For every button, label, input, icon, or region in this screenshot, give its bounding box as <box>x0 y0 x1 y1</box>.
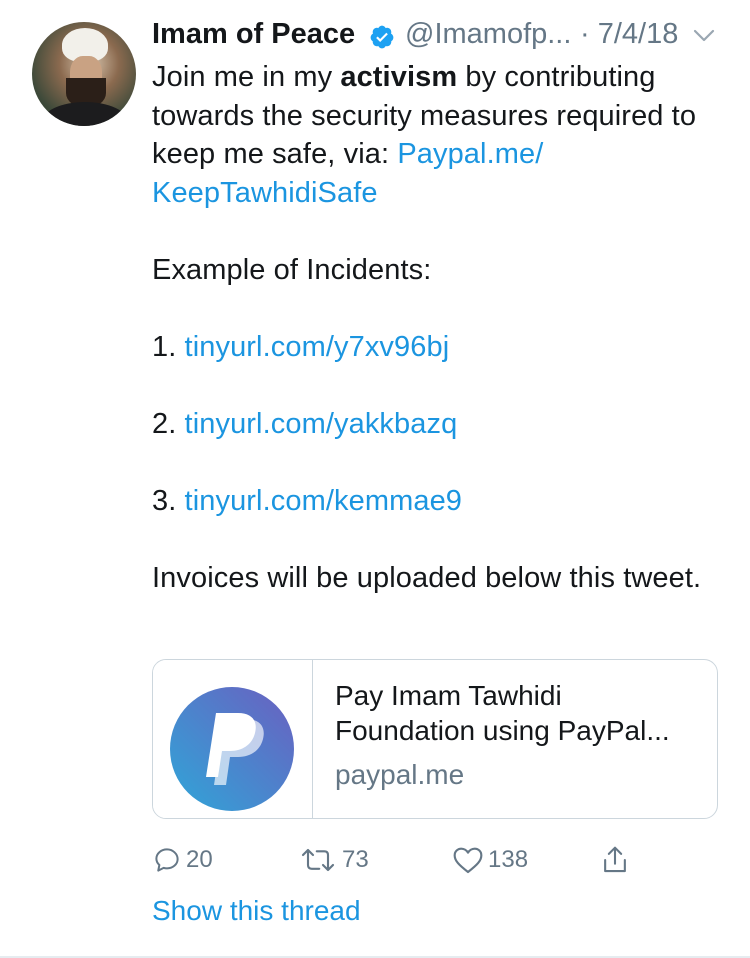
verified-badge-icon <box>370 25 394 49</box>
tweet-date[interactable]: · 7/4/18 <box>580 18 678 51</box>
retweet-count: 73 <box>342 846 369 873</box>
share-button[interactable] <box>600 840 630 880</box>
author-handle[interactable]: @Imamofp... <box>405 18 571 51</box>
retweet-icon <box>301 848 335 872</box>
share-icon <box>604 846 626 873</box>
card-image <box>153 660 313 818</box>
incident-link-2[interactable]: tinyurl.com/yakkbazq <box>185 408 458 440</box>
heart-icon <box>453 847 483 874</box>
chevron-down-icon[interactable] <box>692 26 716 46</box>
reply-count: 20 <box>186 846 213 873</box>
tweet-header: Imam of Peace @Imamofp... · 7/4/18 <box>152 18 722 58</box>
incident-item: 2. tinyurl.com/yakkbazq <box>152 407 458 440</box>
show-thread-link[interactable]: Show this thread <box>152 895 361 927</box>
card-domain: paypal.me <box>335 759 465 790</box>
tweet-actions: 20 73 138 <box>152 840 722 880</box>
card-title: Pay Imam Tawhidi Foundation using PayPal… <box>335 680 670 746</box>
tweet-text: Join me in my activism by contributing t… <box>152 58 722 597</box>
incident-link-3[interactable]: tinyurl.com/kemmae9 <box>185 485 463 517</box>
like-button[interactable]: 138 <box>452 840 528 880</box>
reply-icon <box>155 848 179 872</box>
link-card[interactable]: Pay Imam Tawhidi Foundation using PayPal… <box>152 659 718 819</box>
tweet-intro: Join me in my activism by contributing t… <box>152 61 697 209</box>
author-name[interactable]: Imam of Peace <box>152 18 355 51</box>
incident-item: 1. tinyurl.com/y7xv96bj <box>152 330 450 363</box>
paypal-logo-icon <box>170 687 294 811</box>
incident-link-1[interactable]: tinyurl.com/y7xv96bj <box>185 331 450 363</box>
avatar-robe <box>42 102 128 126</box>
incident-item: 3. tinyurl.com/kemmae9 <box>152 484 463 517</box>
tweet[interactable]: Imam of Peace @Imamofp... · 7/4/18 Join … <box>0 0 750 958</box>
tweet-closing: Invoices will be uploaded below this twe… <box>152 561 702 594</box>
incidents-heading: Example of Incidents: <box>152 253 432 286</box>
reply-button[interactable]: 20 <box>152 840 213 880</box>
like-count: 138 <box>488 846 529 873</box>
retweet-button[interactable]: 73 <box>298 840 369 880</box>
avatar[interactable] <box>32 22 136 126</box>
card-body: Pay Imam Tawhidi Foundation using PayPal… <box>335 678 705 792</box>
